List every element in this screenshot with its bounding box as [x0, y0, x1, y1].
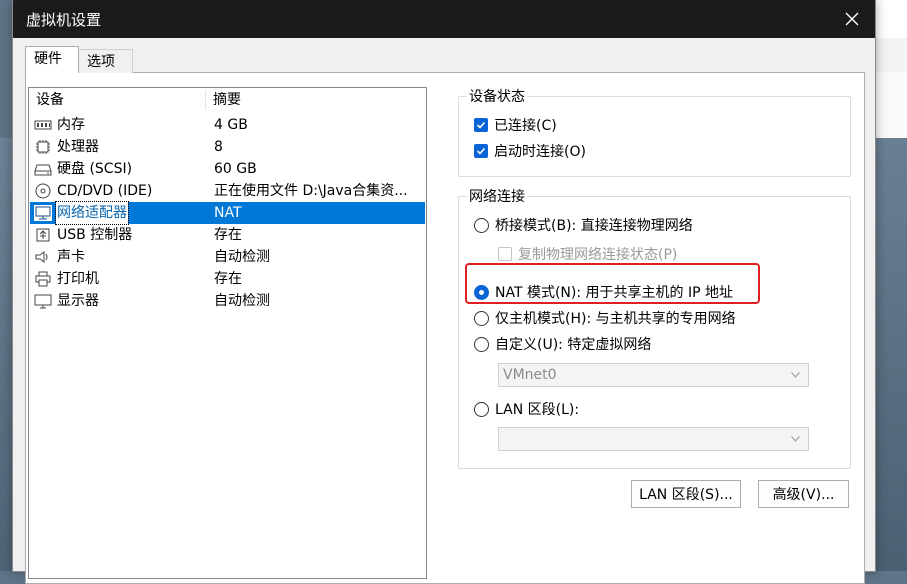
- replicate-state-label: 复制物理网络连接状态(P): [518, 247, 678, 263]
- device-name: 打印机: [57, 271, 99, 287]
- checkbox-checked-icon: [474, 144, 488, 158]
- device-row-sound-card[interactable]: 声卡 自动检测: [30, 246, 425, 268]
- lan-segment-label: LAN 区段(L):: [495, 402, 580, 418]
- device-name: 网络适配器: [55, 201, 129, 225]
- device-row-hard-disk[interactable]: 硬盘 (SCSI) 60 GB: [30, 158, 425, 180]
- device-name: 声卡: [57, 249, 85, 265]
- column-header-device[interactable]: 设备: [36, 88, 64, 112]
- custom-radio[interactable]: 自定义(U): 特定虚拟网络: [474, 334, 651, 354]
- printer-icon: [35, 271, 51, 287]
- radio-icon: [474, 336, 489, 352]
- custom-network-select[interactable]: VMnet0: [498, 363, 809, 387]
- tab-hardware[interactable]: 硬件: [25, 46, 79, 73]
- lan-segment-select[interactable]: [498, 427, 809, 451]
- tab-options[interactable]: 选项: [79, 49, 133, 73]
- device-summary: 8: [214, 139, 223, 155]
- display-icon: [34, 294, 52, 309]
- replicate-state-checkbox[interactable]: 复制物理网络连接状态(P): [498, 244, 677, 264]
- device-name: USB 控制器: [57, 227, 133, 243]
- chevron-down-icon: [791, 436, 800, 442]
- radio-icon: [474, 217, 489, 233]
- host-only-radio[interactable]: 仅主机模式(H): 与主机共享的专用网络: [474, 308, 736, 328]
- device-name: 显示器: [57, 293, 99, 309]
- device-row-display[interactable]: 显示器 自动检测: [30, 290, 425, 312]
- cpu-icon: [36, 140, 50, 154]
- lan-segments-button[interactable]: LAN 区段(S)...: [631, 480, 741, 508]
- window-title: 虚拟机设置: [26, 11, 102, 29]
- advanced-button[interactable]: 高级(V)...: [758, 480, 849, 508]
- device-name: CD/DVD (IDE): [57, 183, 153, 199]
- device-row-memory[interactable]: 内存 4 GB: [30, 114, 425, 136]
- custom-network-value: VMnet0: [503, 367, 557, 383]
- device-summary: 存在: [214, 271, 242, 287]
- sound-card-icon: [35, 251, 48, 263]
- host-only-label: 仅主机模式(H): 与主机共享的专用网络: [495, 311, 736, 327]
- radio-icon: [474, 310, 489, 326]
- network-adapter-icon: [34, 205, 52, 221]
- connect-at-power-on-checkbox[interactable]: 启动时连接(O): [474, 141, 586, 161]
- checkbox-checked-icon: [474, 118, 488, 132]
- connected-checkbox[interactable]: 已连接(C): [474, 115, 557, 135]
- usb-icon: [36, 228, 50, 242]
- custom-label: 自定义(U): 特定虚拟网络: [495, 337, 652, 353]
- bridged-radio[interactable]: 桥接模式(B): 直接连接物理网络: [474, 215, 693, 235]
- device-summary: 存在: [214, 227, 242, 243]
- connected-label: 已连接(C): [494, 118, 557, 134]
- checkbox-unchecked-icon: [498, 247, 512, 261]
- bridged-label: 桥接模式(B): 直接连接物理网络: [495, 218, 693, 234]
- device-status-group: 设备状态: [458, 86, 851, 177]
- device-name: 处理器: [57, 139, 99, 155]
- background-desktop-left: [0, 138, 12, 571]
- device-row-processor[interactable]: 处理器 8: [30, 136, 425, 158]
- radio-icon: [474, 401, 489, 417]
- close-button[interactable]: [829, 0, 875, 38]
- device-row-cd-dvd[interactable]: CD/DVD (IDE) 正在使用文件 D:\Java合集资...: [30, 180, 425, 202]
- device-summary: 自动检测: [214, 249, 270, 265]
- device-name: 硬盘 (SCSI): [57, 161, 133, 177]
- column-header-summary[interactable]: 摘要: [213, 88, 241, 112]
- device-row-network-adapter[interactable]: 网络适配器 NAT: [30, 201, 425, 225]
- connect-at-power-on-label: 启动时连接(O): [494, 144, 586, 160]
- device-status-title: 设备状态: [467, 86, 527, 106]
- column-separator[interactable]: [205, 90, 206, 110]
- memory-icon: [34, 120, 52, 130]
- device-summary: NAT: [214, 205, 242, 221]
- device-list[interactable]: 设备 摘要 内存 4 GB 处理器 8 硬盘 (SCSI) 60 GB CD/D…: [28, 87, 427, 579]
- nat-highlight-annotation: [465, 263, 760, 304]
- cd-dvd-icon: [35, 183, 51, 199]
- device-name: 内存: [57, 117, 85, 133]
- device-summary: 正在使用文件 D:\Java合集资...: [214, 183, 408, 199]
- device-summary: 自动检测: [214, 293, 270, 309]
- device-summary: 4 GB: [214, 117, 248, 133]
- device-summary: 60 GB: [214, 161, 257, 177]
- close-icon: [845, 12, 859, 26]
- network-connection-title: 网络连接: [467, 186, 527, 206]
- chevron-down-icon: [791, 372, 800, 378]
- device-row-usb[interactable]: USB 控制器 存在: [30, 224, 425, 246]
- device-row-printer[interactable]: 打印机 存在: [30, 268, 425, 290]
- title-bar[interactable]: 虚拟机设置: [13, 0, 875, 38]
- hard-disk-icon: [34, 164, 52, 176]
- lan-segment-radio[interactable]: LAN 区段(L):: [474, 399, 579, 419]
